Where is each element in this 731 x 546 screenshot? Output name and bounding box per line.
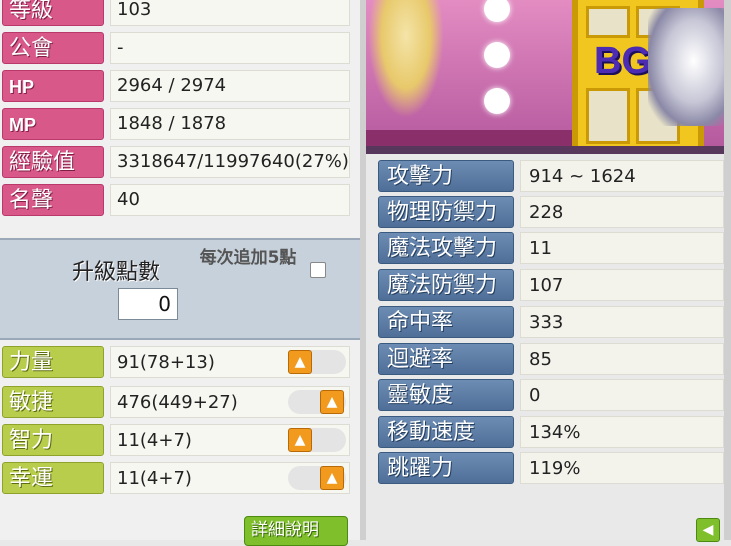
luk-label: 幸運 — [2, 462, 104, 494]
light-bulb — [484, 42, 510, 68]
arrow-up-icon: ▲ — [326, 394, 338, 410]
collapse-button[interactable]: ◀ — [696, 518, 720, 542]
fame-label: 名聲 — [2, 184, 104, 216]
character-info-panel: 等級 103 公會 - HP 2964 / 2974 MP 1848 / 187… — [0, 0, 360, 546]
scene-border — [366, 146, 724, 154]
magic-def-value: 107 — [520, 269, 724, 301]
int-label: 智力 — [2, 424, 104, 456]
phys-def-value: 228 — [520, 196, 724, 228]
arrow-left-icon: ◀ — [702, 522, 714, 538]
info-row-level: 等級 103 — [2, 0, 350, 28]
jump-value: 119% — [520, 452, 724, 484]
stat-row-str: 力量 91(78+13) ▲ — [2, 346, 350, 380]
guild-label: 公會 — [2, 32, 104, 64]
arrow-up-icon: ▲ — [294, 432, 306, 448]
stat-row-int: 智力 11(4+7) ▲ — [2, 424, 350, 458]
combat-row-jump: 跳躍力 119% — [378, 452, 724, 486]
add-five-checkbox[interactable] — [310, 262, 326, 278]
combat-stats-panel: BG 攻擊力 914 ~ 1624 物理防禦力 228 魔法攻擊力 11 魔法防… — [366, 0, 724, 542]
level-value: 103 — [110, 0, 350, 26]
light-bulb — [484, 0, 510, 22]
mp-value: 1848 / 1878 — [110, 108, 350, 140]
str-label: 力量 — [2, 346, 104, 378]
combat-row-speed: 移動速度 134% — [378, 416, 724, 450]
combat-row-accuracy: 命中率 333 — [378, 306, 724, 340]
hands-label: 靈敏度 — [378, 379, 514, 411]
combat-row-avoid: 迴避率 85 — [378, 343, 724, 377]
luk-up-button[interactable]: ▲ — [320, 466, 344, 490]
window-edge — [724, 0, 731, 540]
combat-row-phys-def: 物理防禦力 228 — [378, 196, 724, 230]
attack-value: 914 ~ 1624 — [520, 160, 724, 192]
combat-row-magic-def: 魔法防禦力 107 — [378, 269, 724, 303]
dex-up-button[interactable]: ▲ — [320, 390, 344, 414]
stat-row-luk: 幸運 11(4+7) ▲ — [2, 462, 350, 496]
game-scene: BG — [366, 0, 724, 146]
hp-value: 2964 / 2974 — [110, 70, 350, 102]
level-label: 等級 — [2, 0, 104, 26]
accuracy-label: 命中率 — [378, 306, 514, 338]
exp-value: 3318647/11997640(27%) — [110, 146, 350, 178]
speed-label: 移動速度 — [378, 416, 514, 448]
ap-title: 升級點數 — [72, 260, 161, 285]
jump-label: 跳躍力 — [378, 452, 514, 484]
str-up-button[interactable]: ▲ — [288, 350, 312, 374]
ap-each-label: 每次追加5點 — [199, 248, 297, 268]
info-row-fame: 名聲 40 — [2, 184, 350, 218]
info-row-mp: MP 1848 / 1878 — [2, 108, 350, 142]
avoid-value: 85 — [520, 343, 724, 375]
arrow-up-icon: ▲ — [294, 354, 306, 370]
mp-label: MP — [2, 108, 104, 140]
magic-att-label: 魔法攻擊力 — [378, 232, 514, 264]
attack-label: 攻擊力 — [378, 160, 514, 192]
light-bulb — [484, 88, 510, 114]
door-window — [586, 6, 630, 38]
fame-value: 40 — [110, 184, 350, 216]
ap-value: 0 — [118, 288, 178, 320]
ability-points-box: 升級點數 0 每次追加5點 — [0, 238, 360, 340]
door-window — [586, 88, 630, 144]
stage-floor — [366, 130, 572, 146]
speed-value: 134% — [520, 416, 724, 448]
bg-logo: BG — [594, 40, 651, 82]
info-row-guild: 公會 - — [2, 32, 350, 66]
hands-value: 0 — [520, 379, 724, 411]
stat-row-dex: 敏捷 476(449+27) ▲ — [2, 386, 350, 420]
combat-row-hands: 靈敏度 0 — [378, 379, 724, 413]
magic-att-value: 11 — [520, 232, 724, 264]
dex-label: 敏捷 — [2, 386, 104, 418]
detail-button[interactable]: 詳細說明 — [244, 516, 348, 546]
combat-row-attack: 攻擊力 914 ~ 1624 — [378, 160, 724, 194]
int-up-button[interactable]: ▲ — [288, 428, 312, 452]
info-row-hp: HP 2964 / 2974 — [2, 70, 350, 104]
guild-value: - — [110, 32, 350, 64]
accuracy-value: 333 — [520, 306, 724, 338]
combat-row-magic-att: 魔法攻擊力 11 — [378, 232, 724, 266]
exp-label: 經驗值 — [2, 146, 104, 178]
info-row-exp: 經驗值 3318647/11997640(27%) — [2, 146, 350, 180]
magic-def-label: 魔法防禦力 — [378, 269, 514, 301]
ghost-sprite — [648, 8, 724, 126]
arrow-up-icon: ▲ — [326, 470, 338, 486]
character-sprite — [368, 0, 444, 118]
hp-label: HP — [2, 70, 104, 102]
avoid-label: 迴避率 — [378, 343, 514, 375]
phys-def-label: 物理防禦力 — [378, 196, 514, 228]
